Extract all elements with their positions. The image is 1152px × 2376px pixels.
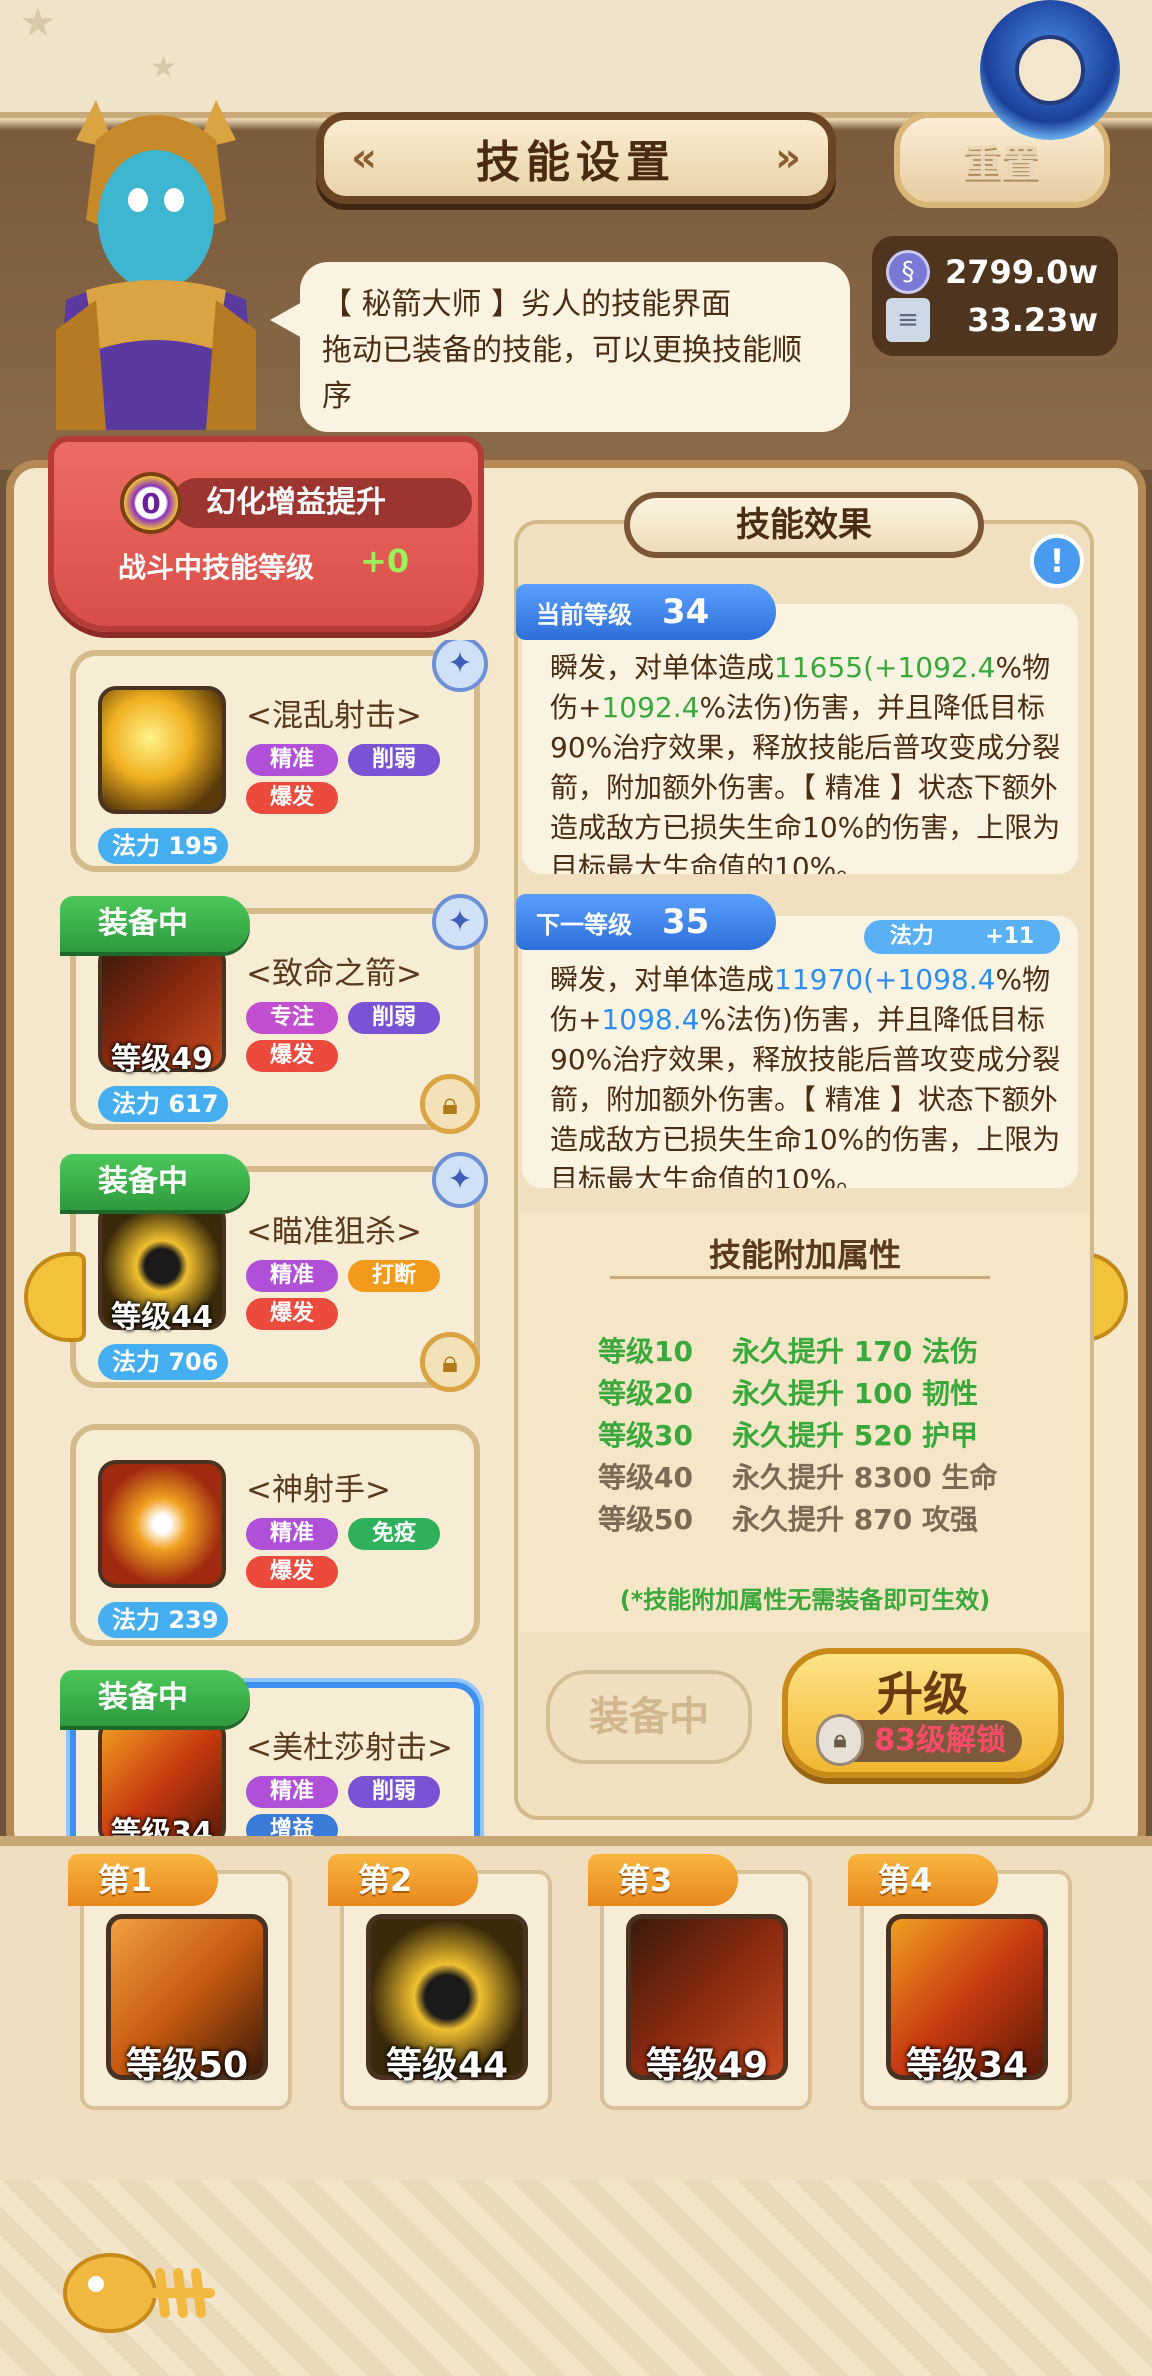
attribute-row: 等级20 永久提升 100 韧性 <box>598 1377 978 1410</box>
gain-box: 幻化增益提升 0 战斗中技能等级 +0 <box>48 436 484 632</box>
skill-name: <美杜莎射击> <box>246 1730 453 1766</box>
gold-value: 2799.0w <box>944 253 1098 291</box>
skill-tag: 削弱 <box>348 1776 440 1808</box>
skill-tag: 爆发 <box>246 1556 338 1588</box>
speech-bubble: 【 秘箭大师 】劣人的技能界面 拖动已装备的技能，可以更换技能顺序 <box>270 262 850 432</box>
reset-label: 重置 <box>963 141 1040 186</box>
slot-label: 第3 <box>588 1854 738 1906</box>
slot-label: 第4 <box>848 1854 998 1906</box>
skill-slot-3[interactable]: 等级49 第3 <box>588 1854 812 2110</box>
lock-icon[interactable]: 🔒︎ <box>420 1332 480 1392</box>
skill-tag: 削弱 <box>348 1002 440 1034</box>
skill-tag: 爆发 <box>246 1040 338 1072</box>
star-badge-icon: ✦ <box>432 1152 488 1208</box>
chaos-shot-icon <box>98 686 226 814</box>
skill-slot-4[interactable]: 等级34 第4 <box>848 1854 1072 2110</box>
gain-title: 幻化增益提升 <box>172 478 472 528</box>
skill-card-medusa-shot[interactable]: 等级34 装备中 <美杜莎射击> 精准 削弱 增益 <box>60 1670 480 1840</box>
upgrade-button[interactable]: 升级 🔒︎ 83级解锁 <box>782 1648 1064 1778</box>
skill-card-chaos-shot[interactable]: ✦ 法力 195 <混乱射击> 精准 削弱 爆发 <box>70 640 488 872</box>
star-badge-icon: ✦ <box>432 640 488 692</box>
gold-row: § 2799.0w <box>886 250 1106 294</box>
slot-level: 等级44 <box>385 2045 509 2086</box>
skill-tag: 打断 <box>348 1260 440 1292</box>
skill-mana: 法力 617 <box>98 1086 228 1122</box>
slot-level: 等级49 <box>645 2045 769 2086</box>
attribute-row: 等级10 永久提升 170 法伤 <box>598 1335 978 1368</box>
attribute-row: 等级40 永久提升 8300 生命 <box>598 1461 998 1494</box>
skill-tag: 削弱 <box>348 744 440 776</box>
lock-icon: 🔒︎ <box>816 1714 864 1766</box>
slot-level: 等级50 <box>125 2045 249 2086</box>
fish-bone-icon[interactable] <box>60 2248 220 2338</box>
skill-name: <瞄准狙杀> <box>246 1214 422 1250</box>
attribute-title: 技能附加属性 <box>708 1236 901 1274</box>
currency-panel: § 2799.0w ≡ 33.23w <box>872 236 1118 356</box>
slot-label: 第2 <box>328 1854 478 1906</box>
skill-card-deadly-arrow[interactable]: ✦ 等级49 装备中 法力 617 <致命之箭> 专注 削弱 爆发 🔒︎ <box>60 894 488 1134</box>
skill-level: 等级49 <box>111 1042 213 1077</box>
info-icon[interactable]: ! <box>1030 534 1084 588</box>
skill-level: 等级44 <box>111 1300 213 1335</box>
skill-tag: 爆发 <box>246 1298 338 1330</box>
attribute-row: 等级50 永久提升 870 攻强 <box>598 1503 978 1536</box>
skill-name: <致命之箭> <box>246 956 422 992</box>
next-level-description: 瞬发，对单体造成11970(+1098.4%物伤+1098.4%法伤)伤害，并且… <box>522 916 1078 1188</box>
equip-button[interactable]: 装备中 <box>546 1670 752 1764</box>
equipped-flag: 装备中 <box>60 1670 250 1726</box>
skill-tag: 精准 <box>246 1518 338 1550</box>
skill-tag: 爆发 <box>246 782 338 814</box>
star-decoration-icon: ★ <box>20 0 56 46</box>
equipped-flag: 装备中 <box>60 896 250 952</box>
skill-tag: 免疫 <box>348 1518 440 1550</box>
slot-label: 第1 <box>68 1854 218 1906</box>
attribute-row: 等级30 永久提升 520 护甲 <box>598 1419 978 1452</box>
gain-subtitle: 战斗中技能等级 <box>118 551 315 584</box>
scroll-value: 33.23w <box>967 301 1098 339</box>
skill-mana: 法力 706 <box>98 1344 228 1380</box>
attribute-note: (*技能附加属性无需装备即可生效) <box>619 1586 991 1614</box>
skill-card-sharpshooter[interactable]: 法力 239 <神射手> 精准 免疫 爆发 <box>70 1424 480 1646</box>
skill-name: <神射手> <box>246 1472 391 1508</box>
lock-icon[interactable]: 🔒︎ <box>420 1074 480 1134</box>
upgrade-label: 升级 <box>877 1667 969 1721</box>
unlock-requirement: 🔒︎ 83级解锁 <box>816 1714 1022 1766</box>
current-level-tag: 当前等级 34 <box>516 584 776 640</box>
coin-icon: § <box>886 250 930 294</box>
skill-name: <混乱射击> <box>246 698 422 734</box>
attribute-divider <box>610 1276 990 1279</box>
skill-tag: 专注 <box>246 1002 338 1034</box>
current-level-description: 瞬发，对单体造成11655(+1092.4%物伤+1092.4%法伤)伤害，并且… <box>522 604 1078 874</box>
skill-tag: 精准 <box>246 744 338 776</box>
effect-title: 技能效果 <box>624 492 984 558</box>
hero-character-icon <box>56 100 256 430</box>
slot-level: 等级34 <box>905 2045 1029 2086</box>
avatar-face <box>1015 35 1085 105</box>
skill-card-aim-snipe[interactable]: ✦ 等级44 装备中 法力 706 <瞄准狙杀> 精准 打断 爆发 🔒︎ <box>60 1152 488 1392</box>
skill-mana: 法力 195 <box>98 828 228 864</box>
skill-tag: 精准 <box>246 1260 338 1292</box>
star-decoration-icon: ★ <box>150 50 177 85</box>
sharpshooter-icon <box>98 1460 226 1588</box>
player-avatar[interactable] <box>980 0 1120 140</box>
star-badge-icon: ✦ <box>432 894 488 950</box>
speech-line-2: 拖动已装备的技能，可以更换技能顺序 <box>322 333 802 414</box>
left-arrow-icon[interactable]: « <box>338 134 390 182</box>
skill-tag: 精准 <box>246 1776 338 1808</box>
skill-slot-1[interactable]: 等级50 第1 <box>68 1854 292 2110</box>
skill-mana: 法力 239 <box>98 1602 228 1638</box>
page-title: 技能设置 <box>476 137 676 188</box>
mana-increase-badge: 法力 +11 <box>864 920 1060 954</box>
speech-line-1: 【 秘箭大师 】劣人的技能界面 <box>322 287 732 322</box>
skill-slot-2[interactable]: 等级44 第2 <box>328 1854 552 2110</box>
gain-badge-icon: 0 <box>120 472 182 534</box>
gain-value: +0 <box>360 542 410 580</box>
next-level-tag: 下一等级 35 <box>516 894 776 950</box>
right-arrow-icon[interactable]: » <box>762 134 814 182</box>
scroll-row: ≡ 33.23w <box>886 298 1106 342</box>
equipped-flag: 装备中 <box>60 1154 250 1210</box>
scroll-icon: ≡ <box>886 298 930 342</box>
skill-list[interactable]: ✦ 法力 195 <混乱射击> 精准 削弱 爆发 ✦ 等级49 装备中 法力 6… <box>40 640 520 1840</box>
title-banner: « 技能设置 » <box>316 112 836 204</box>
